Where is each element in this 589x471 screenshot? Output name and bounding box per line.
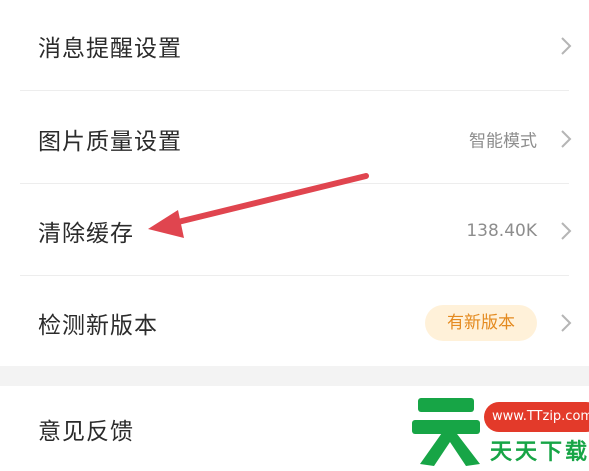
chevron-right-icon xyxy=(561,221,572,240)
chevron-right-icon xyxy=(561,129,572,148)
settings-item-label: 图片质量设置 xyxy=(38,128,182,155)
settings-item-notification[interactable]: 消息提醒设置 xyxy=(0,0,589,91)
chevron-right-icon xyxy=(561,36,572,55)
new-version-badge: 有新版本 xyxy=(425,304,537,341)
settings-item-label: 清除缓存 xyxy=(38,220,134,247)
watermark-url: www.TTzip.com xyxy=(484,402,589,432)
watermark: www.TTzip.com 天天下载 xyxy=(412,388,589,471)
ttzip-logo-icon xyxy=(412,398,480,466)
settings-item-image-quality[interactable]: 图片质量设置 智能模式 xyxy=(0,93,589,184)
settings-item-clear-cache[interactable]: 清除缓存 138.40K xyxy=(0,185,589,276)
divider xyxy=(20,90,569,91)
divider xyxy=(20,183,569,184)
watermark-name: 天天下载 xyxy=(490,440,589,465)
image-quality-value: 智能模式 xyxy=(469,131,537,151)
settings-item-label: 消息提醒设置 xyxy=(38,35,182,62)
settings-item-check-version[interactable]: 检测新版本 有新版本 xyxy=(0,277,589,368)
cache-size-value: 138.40K xyxy=(466,220,537,241)
settings-group-main: 消息提醒设置 图片质量设置 智能模式 清除缓存 138.40K 检测新版本 有新… xyxy=(0,0,589,366)
settings-item-label: 意见反馈 xyxy=(38,418,134,445)
divider xyxy=(20,275,569,276)
settings-item-label: 检测新版本 xyxy=(38,312,158,339)
chevron-right-icon xyxy=(561,313,572,332)
